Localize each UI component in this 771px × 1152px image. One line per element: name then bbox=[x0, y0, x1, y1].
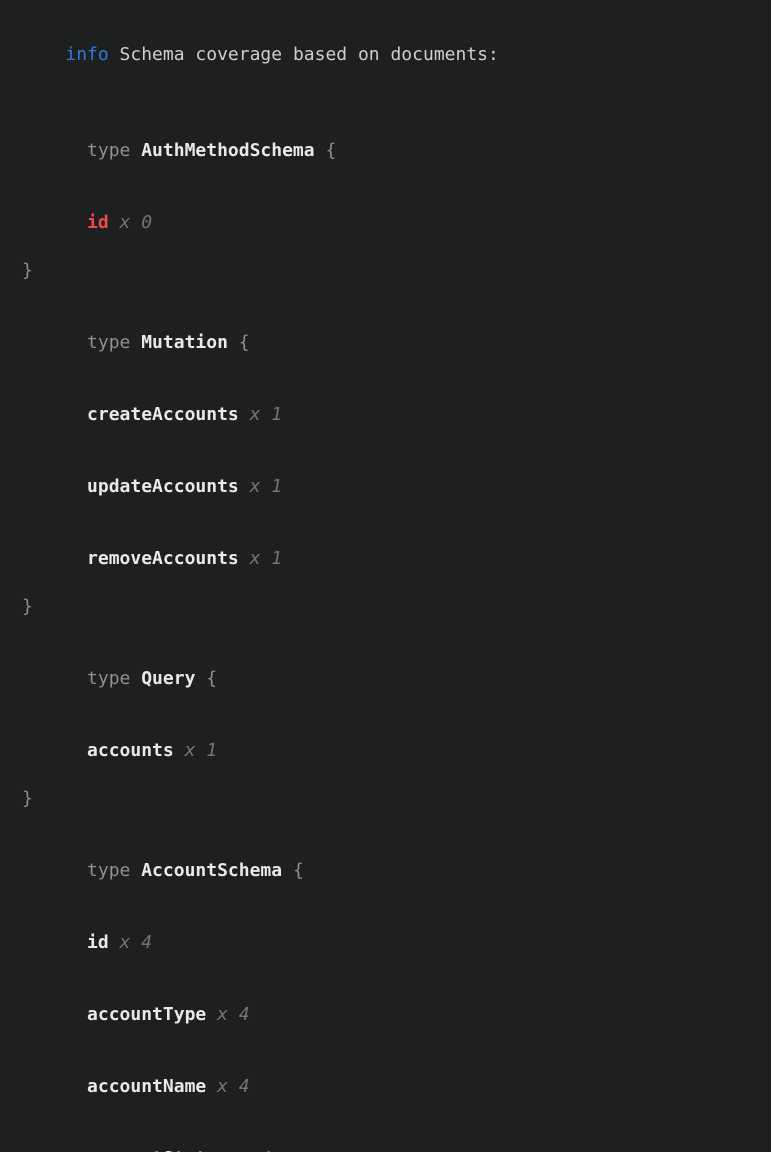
type-block: type Query { accounts x 1 } bbox=[22, 643, 763, 811]
field-name: accountStatus bbox=[87, 1148, 228, 1152]
type-header-line: type AccountSchema { bbox=[22, 835, 763, 907]
close-brace: } bbox=[22, 259, 763, 283]
field-list: id x 4 accountType x 4 accountName x 4 acco… bbox=[22, 907, 763, 1152]
type-header-line: type AuthMethodSchema { bbox=[22, 115, 763, 187]
type-name: Query bbox=[141, 668, 195, 689]
field-line: id x 4 bbox=[22, 907, 763, 979]
field-name: updateAccounts bbox=[87, 476, 239, 497]
field-line: accountType x 4 bbox=[22, 979, 763, 1051]
info-tag: info bbox=[65, 44, 108, 65]
terminal-output: infoSchema coverage based on documents: … bbox=[0, 0, 771, 576]
close-brace: } bbox=[22, 595, 763, 619]
field-usage-count: x 4 bbox=[239, 1148, 272, 1152]
field-name: accounts bbox=[87, 740, 174, 761]
field-line: id x 0 bbox=[22, 187, 763, 259]
type-header-line: type Query { bbox=[22, 643, 763, 715]
field-name: accountName bbox=[87, 1076, 206, 1097]
info-line: info Schema coverage based on documents: bbox=[22, 19, 763, 91]
field-list: createAccounts x 1 updateAccounts x 1 remo… bbox=[22, 379, 763, 595]
field-line: updateAccounts x 1 bbox=[22, 451, 763, 523]
field-name: createAccounts bbox=[87, 404, 239, 425]
field-usage-count: x 1 bbox=[250, 548, 283, 569]
info-message: Schema coverage based on documents: bbox=[120, 44, 499, 65]
field-usage-count: x 0 bbox=[120, 212, 153, 233]
type-name: Mutation bbox=[141, 332, 228, 353]
field-usage-count: x 4 bbox=[120, 932, 153, 953]
field-usage-count: x 1 bbox=[250, 404, 283, 425]
type-name: AuthMethodSchema bbox=[141, 140, 314, 161]
open-brace: { bbox=[239, 332, 250, 353]
type-keyword: type bbox=[87, 140, 130, 161]
field-usage-count: x 4 bbox=[217, 1004, 250, 1025]
field-list: accounts x 1 bbox=[22, 715, 763, 787]
type-keyword: type bbox=[87, 668, 130, 689]
open-brace: { bbox=[206, 668, 217, 689]
field-line: removeAccounts x 1 bbox=[22, 523, 763, 595]
open-brace: { bbox=[293, 860, 304, 881]
field-usage-count: x 1 bbox=[250, 476, 283, 497]
field-name: removeAccounts bbox=[87, 548, 239, 569]
field-line: accounts x 1 bbox=[22, 715, 763, 787]
type-block: type AuthMethodSchema { id x 0 } bbox=[22, 115, 763, 283]
field-name: id bbox=[87, 932, 109, 953]
field-usage-count: x 1 bbox=[185, 740, 218, 761]
field-usage-count: x 4 bbox=[217, 1076, 250, 1097]
close-brace: } bbox=[22, 787, 763, 811]
field-line: accountName x 4 bbox=[22, 1051, 763, 1123]
field-name: accountType bbox=[87, 1004, 206, 1025]
type-block: type AccountSchema { id x 4 accountType x 4 … bbox=[22, 835, 763, 1152]
type-keyword: type bbox=[87, 332, 130, 353]
type-block: type Mutation { createAccounts x 1 updateAc… bbox=[22, 307, 763, 619]
type-keyword: type bbox=[87, 860, 130, 881]
field-line: createAccounts x 1 bbox=[22, 379, 763, 451]
field-line: accountStatus x 4 bbox=[22, 1123, 763, 1152]
type-name: AccountSchema bbox=[141, 860, 282, 881]
open-brace: { bbox=[325, 140, 336, 161]
schema-blocks: type AuthMethodSchema { id x 0 } type Mutati… bbox=[22, 115, 763, 1152]
type-header-line: type Mutation { bbox=[22, 307, 763, 379]
field-name: id bbox=[87, 212, 109, 233]
field-list: id x 0 bbox=[22, 187, 763, 259]
